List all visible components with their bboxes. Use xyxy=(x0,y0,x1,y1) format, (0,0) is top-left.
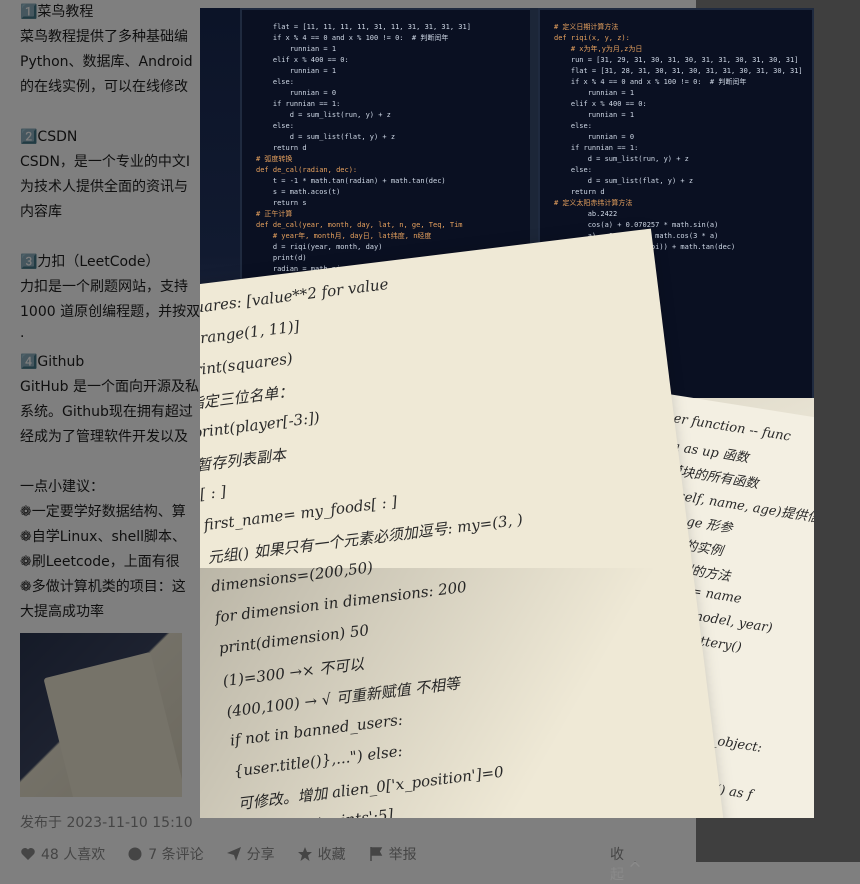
code-line: runnian = 0 xyxy=(256,89,337,97)
code-line: return d xyxy=(256,144,307,152)
code-line: else: xyxy=(554,166,592,174)
code-line: t = -1 * math.tan(radian) + math.tan(dec… xyxy=(256,177,446,185)
code-line: def riqi(x, y, z): xyxy=(554,34,630,42)
handwritten-line: in range(1, 11)] xyxy=(200,317,301,349)
code-line: # 定义日期计算方法 xyxy=(554,23,619,31)
code-line: d = sum_list(run, y) + z xyxy=(256,111,391,119)
code-line: d = sum_list(flat, y) + z xyxy=(256,133,396,141)
code-line: run = [31, 29, 31, 30, 31, 30, 31, 31, 3… xyxy=(554,56,799,64)
code-line: else: xyxy=(256,78,294,86)
code-line: # 正午计算 xyxy=(256,210,293,218)
code-line: def de_cal(radian, dec): xyxy=(256,166,358,174)
handwritten-line: print(player[-3:]) xyxy=(200,408,321,442)
code-line: if x % 4 == 0 and x % 100 != 0: # 判断闰年 xyxy=(554,78,747,86)
code-line: d = sum_list(flat, y) + z xyxy=(554,177,694,185)
code-line: flat = [31, 28, 31, 30, 31, 30, 31, 31, … xyxy=(554,67,803,75)
code-line: # x为年,y为月,z为日 xyxy=(554,45,643,53)
code-right-text: # 定义日期计算方法 def riqi(x, y, z): # x为年,y为月,z… xyxy=(554,22,803,253)
code-line: def de_cal(year, month, day, lat, n, ge,… xyxy=(256,221,463,229)
handwritten-line: 指定三位名单： xyxy=(200,382,295,414)
code-line: runnian = 1 xyxy=(256,45,337,53)
code-line: else: xyxy=(554,122,592,130)
code-line: s = math.acos(t) xyxy=(256,188,341,196)
handwritten-line: [ : ] xyxy=(200,482,228,504)
code-line: return d xyxy=(554,188,605,196)
handwritten-line: {user.title()},...") else: xyxy=(232,741,404,781)
code-line: runnian = 1 xyxy=(256,67,337,75)
handwritten-line: (1)=300 →× 不可以 xyxy=(221,654,366,691)
code-line: # 弧度转换 xyxy=(256,155,293,163)
code-line: cos(a) + 0.070257 * math.sin(a) xyxy=(554,221,719,229)
code-line: else: xyxy=(256,122,294,130)
code-line: d = riqi(year, month, day) xyxy=(256,243,383,251)
handwritten-line: 暂存列表副本 xyxy=(200,445,287,475)
image-viewer[interactable]: flat = [11, 11, 11, 11, 31, 11, 31, 31, … xyxy=(200,8,814,818)
code-line: ab.2422 xyxy=(554,210,618,218)
code-line: elif x % 400 == 0: xyxy=(554,100,647,108)
code-line: d = sum_list(run, y) + z xyxy=(554,155,689,163)
code-line: # year年, month月, day日, lat纬度, n经度 xyxy=(256,232,432,240)
code-line: if x % 4 == 0 and x % 100 != 0: # 判断闰年 xyxy=(256,34,449,42)
code-line: flat = [11, 11, 11, 11, 31, 11, 31, 31, … xyxy=(256,23,471,31)
code-line: runnian = 0 xyxy=(554,133,635,141)
code-line: runnian = 1 xyxy=(554,89,635,97)
code-line: return s xyxy=(256,199,307,207)
code-line: if runnian == 1: xyxy=(554,144,639,152)
note-left: squares: [value**2 for value in range(1,… xyxy=(200,228,726,818)
code-line: if runnian == 1: xyxy=(256,100,341,108)
handwritten-line: squares: [value**2 for value xyxy=(200,275,390,319)
handwritten-line: print(squares) xyxy=(200,349,294,381)
code-line: elif x % 400 == 0: xyxy=(256,56,349,64)
code-line: runnian = 1 xyxy=(554,111,635,119)
code-line: # 定义太阳赤纬计算方法 xyxy=(554,199,633,207)
handwritten-line: print(dimension) 50 xyxy=(217,621,370,658)
